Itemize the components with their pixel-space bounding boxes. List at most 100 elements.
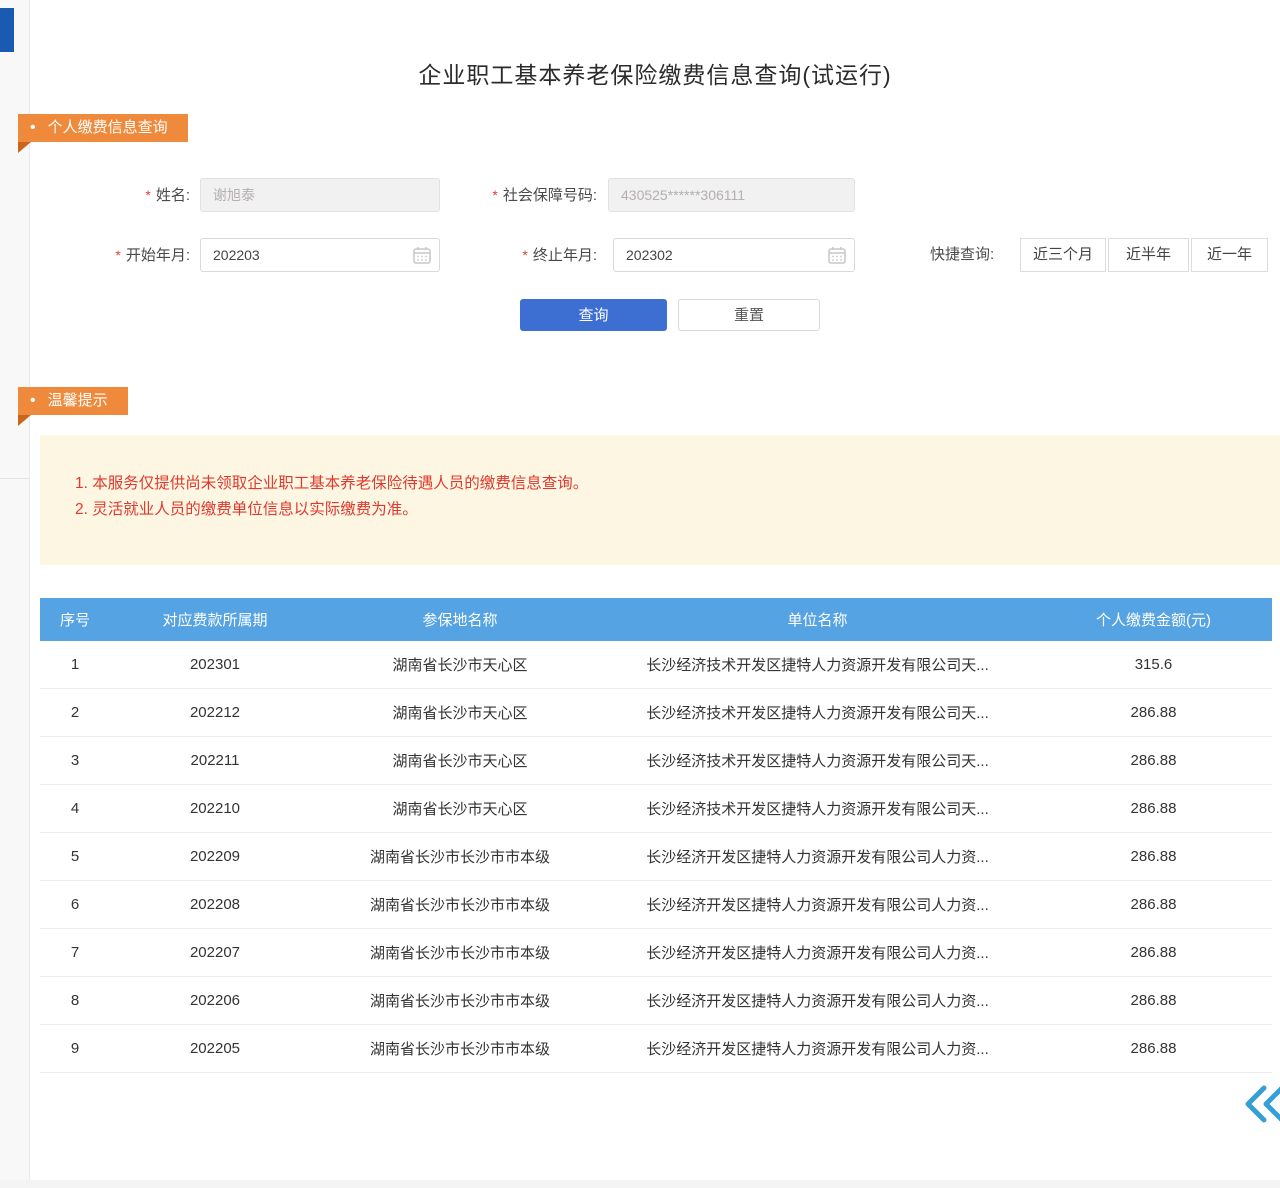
bullet-icon: •: [30, 387, 36, 415]
cell-company: 长沙经济开发区捷特人力资源开发有限公司人力资...: [600, 942, 1035, 963]
quick-query-3months-button[interactable]: 近三个月: [1020, 238, 1106, 272]
cell-company: 长沙经济开发区捷特人力资源开发有限公司人力资...: [600, 846, 1035, 867]
cell-company: 长沙经济开发区捷特人力资源开发有限公司人力资...: [600, 990, 1035, 1011]
badge-fold-decoration: [18, 142, 31, 153]
table-row: 4 202210 湖南省长沙市天心区 长沙经济技术开发区捷特人力资源开发有限公司…: [40, 785, 1272, 833]
cell-amount: 286.88: [1035, 848, 1272, 865]
cell-period: 202210: [110, 800, 320, 817]
table-row: 8 202206 湖南省长沙市长沙市市本级 长沙经济开发区捷特人力资源开发有限公…: [40, 977, 1272, 1025]
calendar-icon[interactable]: [828, 246, 846, 264]
pension-query-page: 企业职工基本养老保险缴费信息查询(试运行) • 个人缴费信息查询 *姓名: *社会…: [0, 0, 1280, 1188]
table-row: 3 202211 湖南省长沙市天心区 长沙经济技术开发区捷特人力资源开发有限公司…: [40, 737, 1272, 785]
section-label: 温馨提示: [48, 392, 108, 409]
header-amount: 个人缴费金额(元): [1035, 609, 1272, 630]
cell-amount: 286.88: [1035, 1040, 1272, 1057]
table-row: 9 202205 湖南省长沙市长沙市市本级 长沙经济开发区捷特人力资源开发有限公…: [40, 1025, 1272, 1073]
cell-area: 湖南省长沙市长沙市市本级: [320, 846, 600, 867]
cell-seq: 9: [40, 1040, 110, 1057]
quick-query-oneyear-button[interactable]: 近一年: [1191, 238, 1268, 272]
cell-company: 长沙经济技术开发区捷特人力资源开发有限公司天...: [600, 750, 1035, 771]
cell-seq: 5: [40, 848, 110, 865]
header-company: 单位名称: [600, 609, 1035, 630]
cell-amount: 315.6: [1035, 656, 1272, 673]
table-header-row: 序号 对应费款所属期 参保地名称 单位名称 个人缴费金额(元): [40, 598, 1272, 641]
section-label: 个人缴费信息查询: [48, 119, 168, 136]
gutter-divider: [0, 478, 30, 479]
table-row: 5 202209 湖南省长沙市长沙市市本级 长沙经济开发区捷特人力资源开发有限公…: [40, 833, 1272, 881]
required-marker: *: [492, 187, 497, 203]
cell-period: 202212: [110, 704, 320, 721]
cell-area: 湖南省长沙市长沙市市本级: [320, 894, 600, 915]
cell-period: 202211: [110, 752, 320, 769]
notice-line: 2. 灵活就业人员的缴费单位信息以实际缴费为准。: [75, 497, 1280, 523]
payment-records-table: 序号 对应费款所属期 参保地名称 单位名称 个人缴费金额(元) 1 202301…: [40, 598, 1272, 1073]
cell-seq: 4: [40, 800, 110, 817]
scrollbar-thumb[interactable]: [0, 8, 14, 52]
cell-area: 湖南省长沙市天心区: [320, 654, 600, 675]
cell-area: 湖南省长沙市长沙市市本级: [320, 942, 600, 963]
bullet-icon: •: [30, 114, 36, 142]
cell-period: 202205: [110, 1040, 320, 1057]
reset-button[interactable]: 重置: [678, 299, 820, 331]
section-badge-personal-query: • 个人缴费信息查询: [18, 114, 188, 142]
cell-period: 202206: [110, 992, 320, 1009]
start-date-input[interactable]: [200, 238, 440, 272]
notice-panel: 1. 本服务仅提供尚未领取企业职工基本养老保险待遇人员的缴费信息查询。 2. 灵…: [40, 435, 1280, 565]
cell-period: 202207: [110, 944, 320, 961]
cell-seq: 3: [40, 752, 110, 769]
cell-period: 202209: [110, 848, 320, 865]
end-date-label: *终止年月:: [495, 238, 597, 272]
cell-area: 湖南省长沙市长沙市市本级: [320, 990, 600, 1011]
cell-seq: 8: [40, 992, 110, 1009]
table-row: 1 202301 湖南省长沙市天心区 长沙经济技术开发区捷特人力资源开发有限公司…: [40, 641, 1272, 689]
end-date-wrapper: [613, 238, 855, 272]
notice-line: 1. 本服务仅提供尚未领取企业职工基本养老保险待遇人员的缴费信息查询。: [75, 471, 1280, 497]
start-date-label: *开始年月:: [80, 238, 190, 272]
cell-company: 长沙经济技术开发区捷特人力资源开发有限公司天...: [600, 798, 1035, 819]
query-button[interactable]: 查询: [520, 299, 667, 331]
name-label: *姓名:: [80, 178, 190, 212]
badge-fold-decoration: [18, 415, 31, 426]
quick-query-halfyear-button[interactable]: 近半年: [1108, 238, 1189, 272]
start-date-wrapper: [200, 238, 440, 272]
cell-area: 湖南省长沙市天心区: [320, 702, 600, 723]
required-marker: *: [522, 247, 527, 263]
header-seq: 序号: [40, 609, 110, 630]
table-row: 7 202207 湖南省长沙市长沙市市本级 长沙经济开发区捷特人力资源开发有限公…: [40, 929, 1272, 977]
ssn-label: *社会保障号码:: [455, 178, 597, 212]
calendar-icon[interactable]: [413, 246, 431, 264]
cell-amount: 286.88: [1035, 896, 1272, 913]
page-title: 企业职工基本养老保险缴费信息查询(试运行): [30, 56, 1280, 90]
cell-amount: 286.88: [1035, 800, 1272, 817]
cell-period: 202208: [110, 896, 320, 913]
cell-amount: 286.88: [1035, 992, 1272, 1009]
cell-amount: 286.88: [1035, 704, 1272, 721]
table-row: 2 202212 湖南省长沙市天心区 长沙经济技术开发区捷特人力资源开发有限公司…: [40, 689, 1272, 737]
cell-amount: 286.88: [1035, 752, 1272, 769]
table-row: 6 202208 湖南省长沙市长沙市市本级 长沙经济开发区捷特人力资源开发有限公…: [40, 881, 1272, 929]
cell-period: 202301: [110, 656, 320, 673]
name-field: [200, 178, 440, 212]
left-gutter: [0, 0, 30, 1188]
section-badge-tips: • 温馨提示: [18, 387, 128, 415]
cell-company: 长沙经济开发区捷特人力资源开发有限公司人力资...: [600, 1038, 1035, 1059]
header-area: 参保地名称: [320, 609, 600, 630]
cell-area: 湖南省长沙市天心区: [320, 798, 600, 819]
cell-seq: 2: [40, 704, 110, 721]
required-marker: *: [115, 247, 120, 263]
cell-seq: 6: [40, 896, 110, 913]
bottom-strip: [0, 1180, 1280, 1188]
cell-company: 长沙经济技术开发区捷特人力资源开发有限公司天...: [600, 702, 1035, 723]
required-marker: *: [145, 187, 150, 203]
cell-company: 长沙经济技术开发区捷特人力资源开发有限公司天...: [600, 654, 1035, 675]
cell-amount: 286.88: [1035, 944, 1272, 961]
end-date-input[interactable]: [613, 238, 855, 272]
cell-seq: 7: [40, 944, 110, 961]
cell-area: 湖南省长沙市长沙市市本级: [320, 1038, 600, 1059]
cell-company: 长沙经济开发区捷特人力资源开发有限公司人力资...: [600, 894, 1035, 915]
quick-query-label: 快捷查询:: [930, 238, 1010, 272]
cell-seq: 1: [40, 656, 110, 673]
cell-area: 湖南省长沙市天心区: [320, 750, 600, 771]
ssn-field: [608, 178, 855, 212]
double-chevron-left-icon[interactable]: [1244, 1082, 1280, 1126]
